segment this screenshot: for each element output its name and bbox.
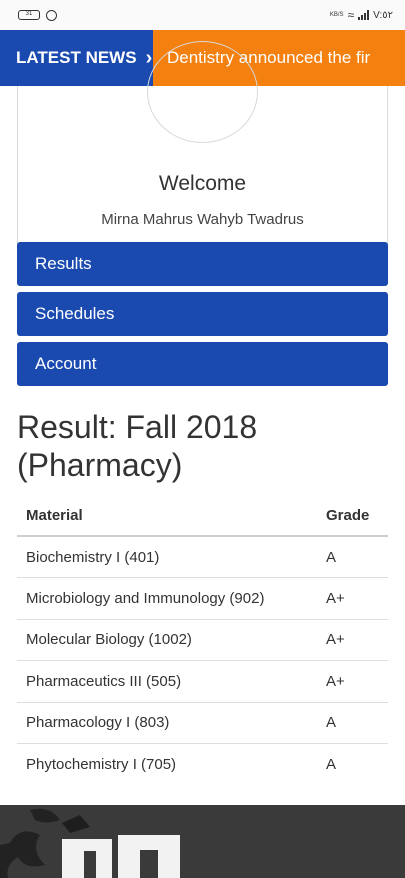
main-menu: Results Schedules Account bbox=[17, 242, 388, 392]
signal-icon bbox=[358, 10, 370, 20]
material-cell: Pharmaceutics III (505) bbox=[17, 660, 316, 703]
profile-card: Welcome Mirna Mahrus Wahyb Twadrus bbox=[17, 41, 388, 244]
chevron-right-icon: › bbox=[145, 46, 153, 69]
grade-cell: A+ bbox=[316, 660, 388, 703]
table-row: Pharmacology I (803) A bbox=[17, 702, 388, 744]
footer bbox=[0, 805, 405, 878]
latest-news-title: LATEST NEWS bbox=[16, 48, 137, 67]
grade-cell: A bbox=[326, 756, 337, 773]
result-title-faculty: (Pharmacy) bbox=[17, 447, 183, 483]
status-time: V:٥٢ bbox=[373, 9, 393, 21]
grade-column-header: Grade bbox=[316, 496, 388, 537]
material-cell: Microbiology and Immunology (902) bbox=[17, 577, 316, 620]
battery-icon: 31 bbox=[18, 10, 40, 20]
material-cell: Molecular Biology (1002) bbox=[17, 619, 316, 661]
grade-cell: A+ bbox=[316, 619, 388, 661]
grade-cell: A+ bbox=[316, 577, 388, 620]
grade-cell: A bbox=[316, 702, 388, 744]
welcome-heading: Welcome bbox=[158, 172, 247, 195]
material-cell: Pharmacology I (803) bbox=[17, 702, 316, 744]
latest-news-label: LATEST NEWS › bbox=[0, 30, 153, 86]
table-row: Phytochemistry I (705) A bbox=[17, 744, 388, 786]
notification-icon bbox=[46, 9, 57, 21]
schedules-button[interactable]: Schedules bbox=[17, 292, 388, 336]
table-header-row: Material Grade bbox=[17, 496, 388, 537]
avatar bbox=[147, 41, 258, 143]
results-button[interactable]: Results bbox=[17, 242, 388, 286]
result-title: Result: Fall 2018 (Pharmacy) bbox=[17, 408, 257, 484]
material-cell: Biochemistry I (401) bbox=[17, 536, 316, 578]
result-title-term: Result: Fall 2018 bbox=[17, 409, 258, 445]
table-row: Pharmaceutics III (505) A+ bbox=[17, 660, 388, 703]
account-button[interactable]: Account bbox=[17, 342, 388, 386]
status-right: KB/S ≈ V:٥٢ bbox=[330, 8, 393, 22]
student-name: Mirna Mahrus Wahyb Twadrus bbox=[101, 211, 304, 228]
status-bar: 31 KB/S ≈ V:٥٢ bbox=[0, 0, 405, 30]
table-row: Biochemistry I (401) A bbox=[17, 536, 388, 578]
wifi-icon: ≈ bbox=[347, 8, 355, 22]
network-speed: KB/S bbox=[329, 12, 344, 18]
status-left: 31 bbox=[18, 9, 57, 21]
grade-cell: A bbox=[316, 536, 388, 578]
footer-logo-graphic bbox=[0, 808, 180, 878]
table-row: Molecular Biology (1002) A+ bbox=[17, 619, 388, 661]
table-row: Microbiology and Immunology (902) A+ bbox=[17, 577, 388, 620]
results-table: Material Grade Biochemistry I (401) A Mi… bbox=[17, 496, 388, 785]
material-cell: Phytochemistry I (705) bbox=[26, 756, 177, 773]
material-column-header: Material bbox=[17, 496, 316, 537]
